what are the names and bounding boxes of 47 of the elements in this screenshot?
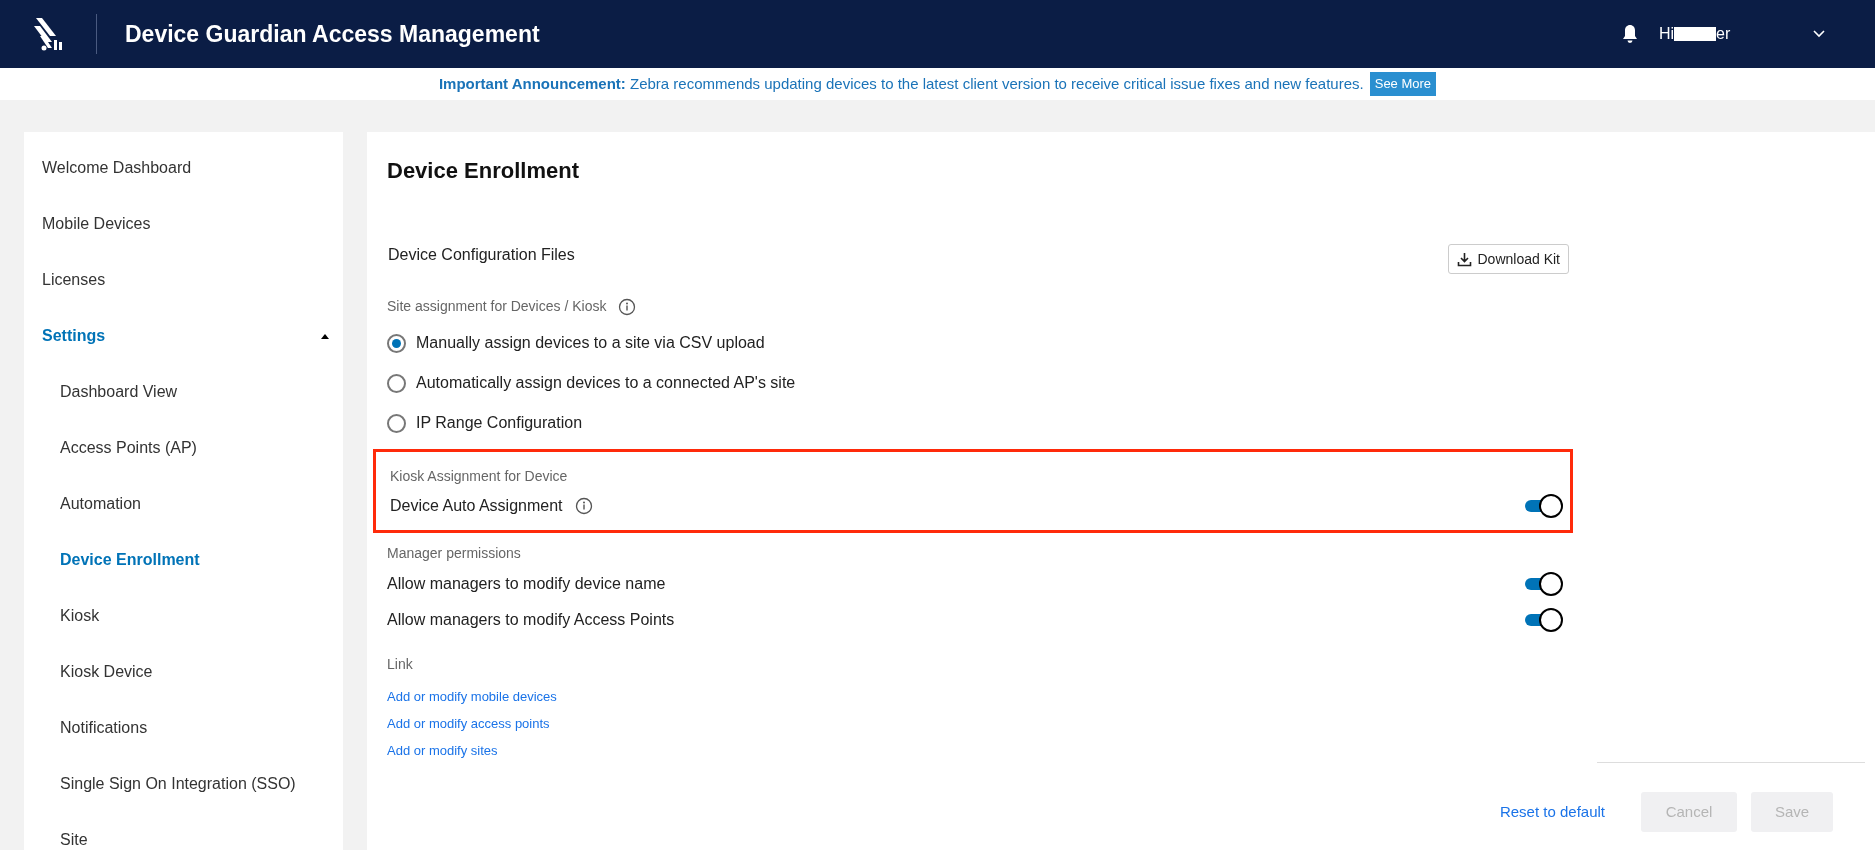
- announcement-text: Important Announcement: Zebra recommends updating devices to the latest client version to receive critical issue fixes and new features.: [438, 73, 1364, 94]
- link[interactable]: Add or modify access points: [387, 710, 550, 737]
- see-more-button[interactable]: See More: [1369, 72, 1437, 96]
- sidebar-item[interactable]: Welcome Dashboard: [42, 156, 192, 180]
- chevron-down-icon[interactable]: [1813, 30, 1825, 38]
- link[interactable]: Add or modify sites: [387, 737, 498, 764]
- radio-button[interactable]: [387, 373, 406, 393]
- group-label: Kiosk Assignment for Device: [390, 468, 568, 484]
- toggle-switch[interactable]: [1525, 608, 1563, 632]
- info-icon[interactable]: [574, 497, 593, 515]
- radio-label: Automatically assign devices to a connected AP's site: [416, 373, 796, 393]
- sidebar-subitem[interactable]: Access Points (AP): [60, 436, 197, 460]
- user-name: er: [1716, 24, 1731, 44]
- sidebar-subitem[interactable]: Single Sign On Integration (SSO): [60, 772, 296, 796]
- group-label: Site assignment for Devices / Kiosk: [387, 297, 607, 316]
- setting-label: Device Auto Assignment: [390, 496, 563, 516]
- download-icon: [1456, 251, 1472, 267]
- link[interactable]: Add or modify mobile devices: [387, 683, 557, 710]
- reset-link[interactable]: Reset to default: [1499, 800, 1605, 824]
- app-title: Device Guardian Access Management: [125, 19, 540, 49]
- radio-button[interactable]: [387, 333, 406, 353]
- group-label: Manager permissions: [387, 544, 522, 563]
- sidebar-subitem[interactable]: Kiosk: [60, 604, 100, 628]
- sidebar-subitem[interactable]: Automation: [60, 492, 141, 516]
- setting-label: Allow managers to modify device name: [387, 574, 666, 594]
- sidebar-subitem[interactable]: Notifications: [60, 716, 148, 740]
- sidebar-item[interactable]: Licenses: [42, 268, 106, 292]
- toggle-switch[interactable]: [1525, 494, 1563, 518]
- group-label: Link: [387, 655, 414, 674]
- notification-bell-icon[interactable]: [1621, 24, 1639, 44]
- setting-label: Allow managers to modify Access Points: [387, 610, 675, 630]
- radio-button[interactable]: [387, 413, 406, 433]
- greeting: Hi: [1659, 24, 1675, 44]
- toggle-switch[interactable]: [1525, 572, 1563, 596]
- radio-label: IP Range Configuration: [416, 413, 583, 433]
- sidebar-subitem[interactable]: Kiosk Device: [60, 660, 153, 684]
- page-title: Device Enrollment: [387, 157, 580, 185]
- radio-label: Manually assign devices to a site via CSV upload: [416, 333, 765, 353]
- sidebar-subitem[interactable]: Site: [60, 828, 88, 850]
- sidebar-item[interactable]: Settings: [42, 324, 106, 348]
- section-label: Device Configuration Files: [388, 245, 575, 265]
- sidebar-subitem[interactable]: Device Enrollment: [60, 548, 200, 572]
- sidebar-subitem[interactable]: Dashboard View: [60, 380, 178, 404]
- sidebar-item[interactable]: Mobile Devices: [42, 212, 151, 236]
- info-icon[interactable]: [618, 297, 637, 316]
- caret-up-icon[interactable]: [321, 333, 329, 339]
- download-kit-button[interactable]: Download Kit: [1447, 244, 1569, 274]
